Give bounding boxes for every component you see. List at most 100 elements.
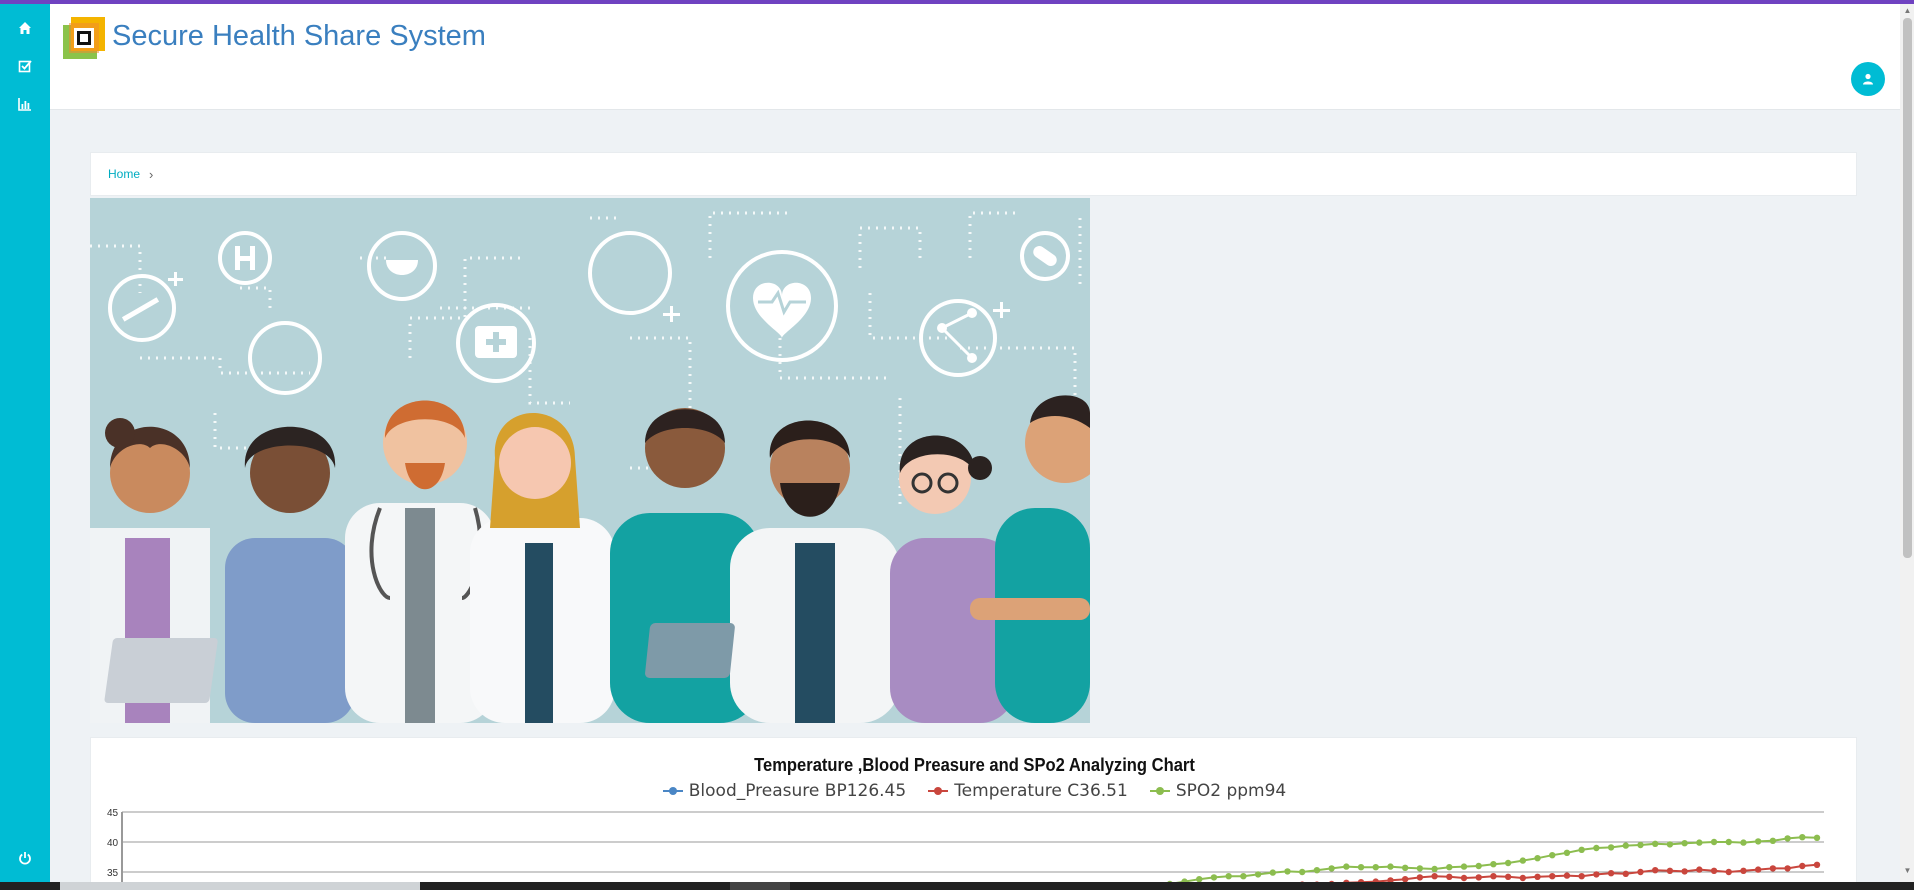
- data-point: [1387, 863, 1394, 870]
- bar-chart-icon: [18, 98, 31, 111]
- app-title: Secure Health Share System: [112, 20, 486, 52]
- data-point: [1740, 839, 1747, 846]
- legend-swatch-temperature: [928, 786, 949, 796]
- chart-title: Temperature ,Blood Preasure and SPo2 Ana…: [754, 755, 1195, 775]
- data-point: [1622, 842, 1629, 849]
- data-point: [1549, 873, 1556, 880]
- data-point: [1740, 867, 1747, 874]
- scroll-down-arrow-icon[interactable]: ▼: [1903, 866, 1912, 876]
- data-point: [1401, 864, 1409, 871]
- data-point: [1372, 864, 1379, 871]
- legend-item-blood-pressure[interactable]: Blood_Preasure BP126.45: [662, 781, 906, 801]
- y-tick-label: 35: [107, 868, 119, 879]
- checkbox-icon: [18, 60, 32, 73]
- home-icon: [19, 22, 31, 34]
- legend-swatch-spo2: [1149, 786, 1170, 796]
- data-point: [1490, 873, 1497, 880]
- data-point: [1240, 873, 1247, 880]
- data-point: [1357, 864, 1365, 871]
- doctors-team-illustration: [90, 198, 1090, 723]
- data-point: [1254, 871, 1262, 878]
- data-point: [1460, 863, 1468, 870]
- data-point: [1328, 865, 1335, 872]
- taskbar-item[interactable]: [60, 882, 420, 890]
- data-point: [1710, 838, 1718, 846]
- top-accent-line: [0, 0, 1914, 4]
- data-point: [1725, 868, 1732, 876]
- data-point: [1666, 867, 1674, 874]
- breadcrumb-separator: ›: [149, 166, 154, 182]
- data-point: [1666, 841, 1674, 848]
- data-point: [1696, 839, 1703, 846]
- data-point: [1431, 873, 1438, 880]
- data-point: [1446, 873, 1453, 880]
- legend-label-temperature: Temperature C36.51: [954, 781, 1128, 801]
- page-scrollbar-thumb[interactable]: [1903, 18, 1912, 558]
- data-point: [1754, 866, 1762, 873]
- data-point: [1637, 841, 1644, 849]
- taskbar-item[interactable]: [730, 882, 790, 890]
- data-point: [1813, 861, 1821, 868]
- data-point: [1343, 863, 1350, 870]
- legend-item-spo2[interactable]: SPO2 ppm94: [1149, 781, 1287, 801]
- data-point: [1504, 859, 1512, 867]
- breadcrumb-home-link[interactable]: Home: [108, 167, 140, 181]
- hero-illustration: [90, 198, 1090, 723]
- data-point: [1754, 838, 1762, 845]
- data-point: [1416, 865, 1424, 872]
- sidebar: [0, 0, 50, 882]
- data-point: [1681, 868, 1688, 875]
- data-point: [1549, 852, 1556, 859]
- data-point: [1578, 873, 1585, 880]
- data-point: [1313, 867, 1321, 874]
- data-point: [1710, 867, 1718, 874]
- chart-legend: Blood_Preasure BP126.45 Temperature C36.…: [91, 781, 1858, 801]
- data-point: [1696, 866, 1703, 873]
- data-point: [1607, 870, 1615, 877]
- data-point: [1431, 865, 1438, 873]
- legend-item-temperature[interactable]: Temperature C36.51: [928, 781, 1128, 801]
- sidebar-item-tasks[interactable]: [0, 50, 50, 82]
- data-point: [1225, 873, 1232, 880]
- data-point: [1490, 861, 1497, 868]
- data-point: [1607, 844, 1615, 851]
- data-point: [1563, 872, 1571, 879]
- legend-label-spo2: SPO2 ppm94: [1175, 781, 1287, 801]
- sidebar-item-home[interactable]: [0, 12, 50, 44]
- power-icon: [19, 852, 31, 865]
- data-point: [1460, 874, 1468, 882]
- data-point: [1637, 868, 1644, 876]
- data-point: [1563, 849, 1571, 856]
- data-point: [1475, 862, 1482, 870]
- data-point: [1210, 874, 1218, 881]
- breadcrumb: Home ›: [90, 152, 1857, 196]
- data-point: [1769, 837, 1777, 844]
- data-point: [1534, 873, 1541, 880]
- data-point: [1799, 862, 1806, 870]
- data-point: [1519, 874, 1527, 882]
- top-header: Secure Health Share System: [50, 4, 1900, 110]
- data-point: [1534, 855, 1541, 862]
- user-icon: [1863, 73, 1873, 85]
- vitals-chart-card: 45 40 35 Temperature ,Blood Preasure and S…: [90, 737, 1857, 890]
- data-point: [1593, 871, 1600, 878]
- data-point: [1652, 867, 1659, 874]
- sidebar-item-charts[interactable]: [0, 88, 50, 120]
- data-point: [1416, 874, 1424, 881]
- data-point: [1622, 870, 1629, 877]
- data-point: [1299, 868, 1306, 876]
- data-point: [1799, 834, 1806, 841]
- app-logo: [63, 17, 105, 59]
- data-point: [1269, 869, 1276, 876]
- data-point: [1475, 874, 1482, 881]
- user-menu-button[interactable]: [1851, 62, 1885, 96]
- data-point: [1784, 865, 1791, 872]
- logout-button[interactable]: [0, 842, 50, 874]
- data-point: [1813, 834, 1821, 841]
- data-point: [1725, 838, 1732, 846]
- y-tick-label: 40: [107, 838, 119, 849]
- scroll-up-arrow-icon[interactable]: ▲: [1903, 6, 1912, 16]
- data-point: [1446, 864, 1453, 871]
- data-point: [1593, 844, 1600, 852]
- data-point: [1681, 840, 1688, 847]
